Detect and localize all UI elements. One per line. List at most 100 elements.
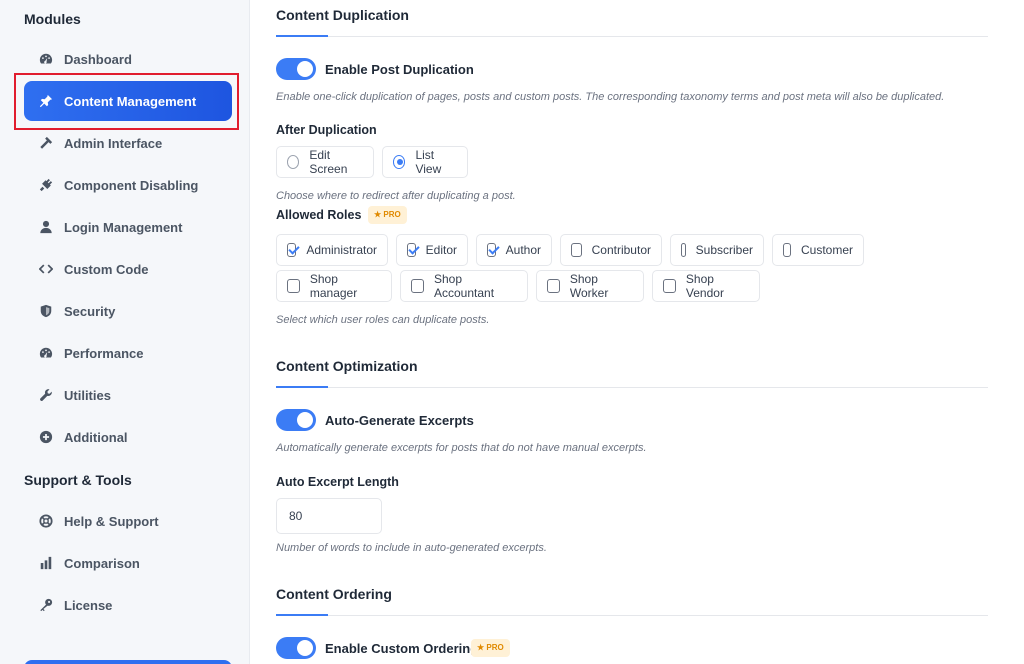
sidebar-item-label: Utilities (64, 387, 111, 403)
checkbox-checked-icon (407, 243, 416, 257)
bar-chart-icon (38, 555, 54, 571)
excerpt-length-desc: Number of words to include in auto-gener… (276, 542, 547, 554)
section-accent (276, 614, 328, 616)
role-label: Contributor (591, 243, 651, 257)
after-duplication-desc: Choose where to redirect after duplicati… (276, 190, 516, 202)
sidebar-item-label: Security (64, 303, 116, 319)
role-shop-worker[interactable]: Shop Worker (536, 270, 644, 302)
role-shop-accountant[interactable]: Shop Accountant (400, 270, 528, 302)
sidebar-item-comparison[interactable]: Comparison (24, 543, 232, 583)
pin-icon (38, 93, 54, 109)
sidebar-item-label: Comparison (64, 555, 140, 571)
radio-selected-icon (393, 155, 406, 169)
sidebar-item-label: Custom Code (64, 261, 149, 277)
option-edit-screen[interactable]: Edit Screen (276, 146, 374, 178)
custom-ordering-toggle[interactable] (276, 637, 316, 659)
sidebar-item-custom-code[interactable]: Custom Code (24, 249, 232, 289)
checkbox-icon (547, 279, 560, 293)
role-label: Administrator (306, 243, 377, 257)
role-label: Shop Worker (569, 272, 609, 300)
role-shop-vendor[interactable]: Shop Vendor (652, 270, 760, 302)
custom-ordering-label: Enable Custom Ordering (325, 641, 479, 656)
role-author[interactable]: Author (476, 234, 552, 266)
sidebar-item-login-management[interactable]: Login Management (24, 207, 232, 247)
gauge-icon (38, 345, 54, 361)
sidebar-item-security[interactable]: Security (24, 291, 232, 331)
auto-excerpts-toggle[interactable] (276, 409, 316, 431)
section-title-optimization: Content Optimization (276, 358, 418, 374)
after-duplication-label: After Duplication (276, 123, 377, 137)
auto-excerpts-desc: Automatically generate excerpts for post… (276, 442, 647, 454)
sidebar-item-label: Admin Interface (64, 135, 163, 151)
wrench-icon (38, 387, 54, 403)
sidebar-item-additional[interactable]: Additional (24, 417, 232, 457)
main-content: Content Duplication Enable Post Duplicat… (250, 0, 1024, 664)
code-icon (38, 261, 54, 277)
sidebar-item-label: Dashboard (64, 51, 132, 67)
modules-heading: Modules (24, 11, 81, 27)
excerpt-length-input[interactable]: 80 (276, 498, 382, 534)
sidebar-item-admin-interface[interactable]: Admin Interface (24, 123, 232, 163)
sidebar-item-label: Additional (64, 429, 128, 445)
post-duplication-toggle[interactable] (276, 58, 316, 80)
sidebar-item-performance[interactable]: Performance (24, 333, 232, 373)
excerpt-length-label: Auto Excerpt Length (276, 475, 399, 489)
checkbox-icon (287, 279, 300, 293)
section-title-duplication: Content Duplication (276, 7, 409, 23)
checkbox-checked-icon (487, 243, 496, 257)
sidebar-item-label: Performance (64, 345, 144, 361)
lifebuoy-icon (38, 513, 54, 529)
role-label: Subscriber (695, 243, 753, 257)
pro-badge: ★ PRO (471, 639, 510, 657)
option-list-view[interactable]: List View (382, 146, 468, 178)
checkbox-icon (571, 243, 582, 257)
role-label: Editor (425, 243, 457, 257)
sidebar: Modules Dashboard Content Management Adm… (0, 0, 250, 664)
allowed-roles-label: Allowed Roles (276, 208, 362, 222)
sidebar-item-utilities[interactable]: Utilities (24, 375, 232, 415)
sidebar-bottom-button[interactable] (24, 660, 232, 664)
post-duplication-label: Enable Post Duplication (325, 62, 474, 77)
section-title-ordering: Content Ordering (276, 586, 392, 602)
sidebar-item-license[interactable]: License (24, 585, 232, 625)
role-subscriber[interactable]: Subscriber (670, 234, 764, 266)
role-editor[interactable]: Editor (396, 234, 468, 266)
role-label: Shop Accountant (433, 272, 495, 300)
section-divider (276, 387, 988, 388)
sidebar-item-label: License (64, 597, 113, 613)
role-label: Shop Vendor (685, 272, 724, 300)
sidebar-item-help-support[interactable]: Help & Support (24, 501, 232, 541)
role-contributor[interactable]: Contributor (560, 234, 662, 266)
checkbox-icon (411, 279, 424, 293)
radio-icon (287, 155, 300, 169)
key-icon (38, 597, 54, 613)
section-accent (276, 35, 328, 37)
post-duplication-desc: Enable one-click duplication of pages, p… (276, 91, 945, 103)
support-heading: Support & Tools (24, 472, 132, 488)
auto-excerpts-label: Auto-Generate Excerpts (325, 413, 474, 428)
user-icon (38, 219, 54, 235)
role-shop-manager[interactable]: Shop manager (276, 270, 392, 302)
section-divider (276, 615, 988, 616)
sidebar-item-component-disabling[interactable]: Component Disabling (24, 165, 232, 205)
gauge-icon (38, 51, 54, 67)
role-label: Author (505, 243, 541, 257)
section-divider (276, 36, 988, 37)
checkbox-icon (663, 279, 676, 293)
role-administrator[interactable]: Administrator (276, 234, 388, 266)
sidebar-item-label: Login Management (64, 219, 183, 235)
sidebar-item-content-management[interactable]: Content Management (24, 81, 232, 121)
sidebar-item-label: Component Disabling (64, 177, 199, 193)
plug-icon (38, 177, 54, 193)
role-customer[interactable]: Customer (772, 234, 864, 266)
checkbox-icon (681, 243, 686, 257)
checkbox-checked-icon (287, 243, 297, 257)
role-label: Shop manager (309, 272, 358, 300)
sidebar-item-label: Content Management (64, 93, 197, 109)
plus-circle-icon (38, 429, 54, 445)
sidebar-item-dashboard[interactable]: Dashboard (24, 39, 232, 79)
pro-badge: ★ PRO (368, 206, 407, 224)
checkbox-icon (783, 243, 791, 257)
allowed-roles-desc: Select which user roles can duplicate po… (276, 314, 490, 326)
section-accent (276, 386, 328, 388)
